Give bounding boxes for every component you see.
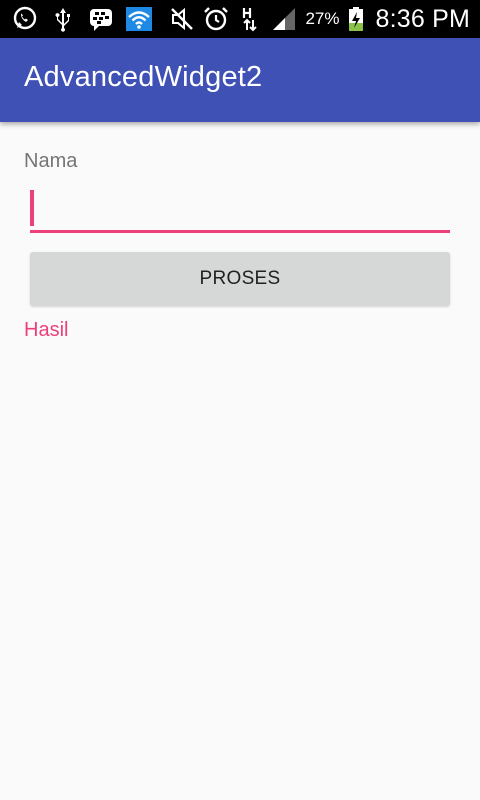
mute-icon — [169, 6, 195, 32]
data-transfer-icon — [237, 6, 263, 32]
notification-icons — [12, 0, 152, 38]
app-title: AdvancedWidget2 — [24, 61, 263, 93]
battery-charging-icon — [347, 6, 365, 32]
name-label: Nama — [24, 150, 78, 172]
system-indicators: 27% 8:36 PM — [169, 0, 470, 38]
name-input[interactable] — [30, 186, 450, 230]
wifi-icon — [126, 6, 152, 32]
usb-icon — [50, 6, 76, 32]
app-bar: AdvancedWidget2 — [0, 38, 480, 122]
alarm-icon — [203, 6, 229, 32]
result-text: Hasil — [24, 319, 69, 341]
status-bar: 27% 8:36 PM — [0, 0, 480, 38]
bbm-icon — [88, 6, 114, 32]
screen: 27% 8:36 PM AdvancedWidget2 Nama PROSES … — [0, 0, 480, 800]
name-field-container[interactable] — [30, 186, 450, 233]
whatsapp-icon — [12, 6, 38, 32]
battery-percent: 27% — [305, 9, 340, 28]
proses-button[interactable]: PROSES — [30, 252, 450, 306]
signal-icon — [271, 6, 297, 32]
clock: 8:36 PM — [375, 4, 470, 33]
